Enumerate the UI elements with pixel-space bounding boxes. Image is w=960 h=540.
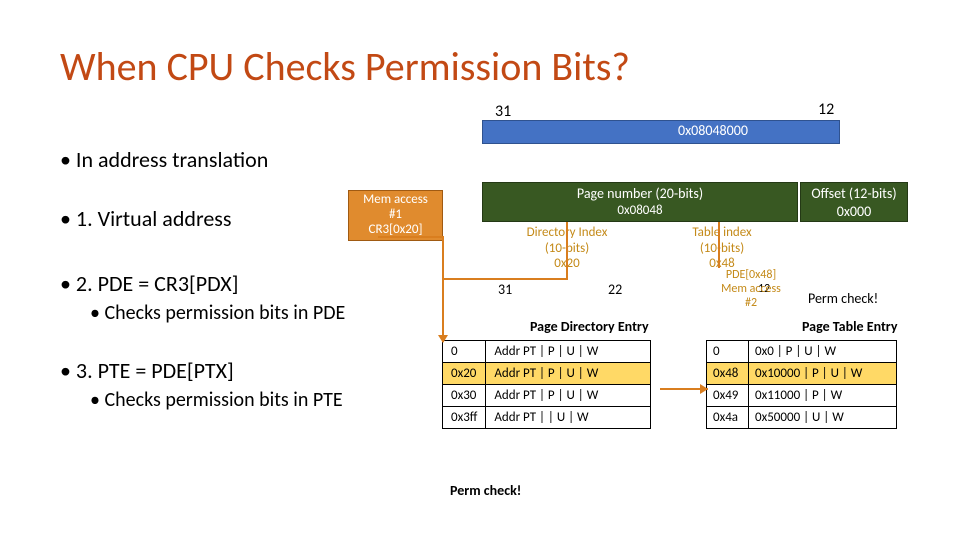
table-row: 00x0 | P | U | W — [707, 341, 897, 363]
pte-table-header: Page Table Entry — [802, 318, 897, 335]
pte-val-3: 0x50000 | U | W — [749, 407, 897, 429]
pde-val-1: Addr PT | P | U | W — [486, 363, 651, 385]
pde-val-2: Addr PT | P | U | W — [486, 385, 651, 407]
pte-val-2: 0x11000 | P | W — [749, 385, 897, 407]
table-row: 0x20Addr PT | P | U | W — [443, 363, 651, 385]
bit-label-31: 31 — [495, 102, 511, 121]
table-row: 0x4a0x50000 | U | W — [707, 407, 897, 429]
offset-l2: 0x000 — [801, 203, 907, 221]
pagenum-l1: Page number (20-bits) — [483, 185, 797, 203]
bit-label-22: 22 — [608, 281, 622, 298]
pde-table: 0Addr PT | P | U | W 0x20Addr PT | P | U… — [442, 340, 651, 429]
perm-check-bottom: Perm check! — [450, 482, 521, 499]
offset-box: Offset (12-bits) 0x000 — [800, 182, 908, 222]
bullet-4: • 3. PTE = PDE[PTX] — [60, 357, 345, 384]
address-value: 0x08048000 — [678, 122, 748, 139]
bullet-4-sub: • Checks permission bits in PTE — [90, 388, 345, 412]
memacc1-l2: #1 — [351, 208, 440, 223]
connector-line-icon — [566, 222, 568, 278]
pte-val-0: 0x0 | P | U | W — [749, 341, 897, 363]
address-box — [482, 120, 840, 144]
page-number-box: Page number (20-bits) 0x08048 — [482, 182, 798, 222]
pte-table: 00x0 | P | U | W 0x480x10000 | P | U | W… — [706, 340, 897, 429]
bullet-1: • In address translation — [60, 146, 345, 173]
table-row: 0x30Addr PT | P | U | W — [443, 385, 651, 407]
offset-l1: Offset (12-bits) — [801, 185, 907, 203]
bullet-3: • 2. PDE = CR3[PDX] — [60, 270, 345, 297]
slide-title: When CPU Checks Permission Bits? — [60, 42, 630, 91]
table-row: 0x3ffAddr PT | | U | W — [443, 407, 651, 429]
pde-label: PDE[0x48] — [706, 269, 796, 283]
pde-idx-1: 0x20 — [443, 363, 486, 385]
pde-val-3: Addr PT | | U | W — [486, 407, 651, 429]
bullet-2: • 1. Virtual address — [60, 205, 345, 232]
pte-idx-3: 0x4a — [707, 407, 749, 429]
memacc2-l1: Mem access — [706, 283, 796, 297]
pte-idx-1: 0x48 — [707, 363, 749, 385]
pte-idx-2: 0x49 — [707, 385, 749, 407]
bullet-list: • In address translation • 1. Virtual ad… — [60, 146, 345, 412]
pagenum-l2: 0x08048 — [483, 203, 797, 219]
tbl-l1: Table index — [652, 225, 792, 241]
bullet-3-sub: • Checks permission bits in PDE — [90, 301, 345, 325]
pde-table-header: Page Directory Entry — [530, 318, 649, 335]
connector-line-icon — [442, 278, 444, 342]
table-row: 0x480x10000 | P | U | W — [707, 363, 897, 385]
pde-idx-2: 0x30 — [443, 385, 486, 407]
connector-line-icon — [378, 236, 444, 238]
perm-check-right: Perm check! — [808, 290, 878, 307]
table-index-label: Table index (10-bits) 0x48 — [652, 225, 792, 272]
memacc2-l2: #2 — [706, 297, 796, 311]
pde-val-0: Addr PT | P | U | W — [486, 341, 651, 363]
bit-label-12: 12 — [818, 100, 834, 119]
bit-label-31b: 31 — [498, 281, 512, 298]
arrow-right-icon — [700, 384, 708, 394]
connector-line-icon — [718, 222, 720, 268]
tbl-l2: (10-bits) — [652, 241, 792, 257]
table-row: 0x490x11000 | P | W — [707, 385, 897, 407]
pte-val-1: 0x10000 | P | U | W — [749, 363, 897, 385]
connector-line-icon — [442, 236, 444, 278]
table-row: 0Addr PT | P | U | W — [443, 341, 651, 363]
mem-access-1-box: Mem access #1 CR3[0x20] — [348, 190, 443, 241]
pde-idx-3: 0x3ff — [443, 407, 486, 429]
memacc1-l1: Mem access — [351, 193, 440, 208]
pte-idx-0: 0 — [707, 341, 749, 363]
arrow-down-icon — [438, 335, 448, 343]
connector-line-icon — [442, 278, 568, 280]
pde-idx-0: 0 — [443, 341, 486, 363]
mem-access-2-label: Mem access #2 — [706, 283, 796, 311]
